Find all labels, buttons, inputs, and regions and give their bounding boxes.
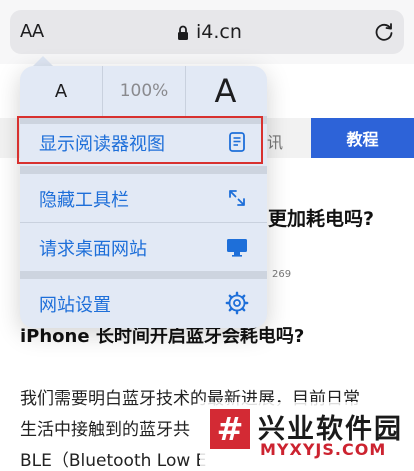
lock-icon (177, 24, 189, 40)
article-headline: 更加耗电吗? (268, 208, 375, 230)
tab-tutorial[interactable]: 教程 (311, 118, 414, 158)
menu-item-hide-toolbar[interactable]: 隐藏工具栏 (20, 174, 267, 222)
menu-item-website-settings[interactable]: 网站设置 (20, 279, 267, 327)
reload-icon[interactable] (372, 20, 396, 44)
menu-item-label: 隐藏工具栏 (39, 190, 129, 211)
popover-arrow (33, 56, 53, 66)
zoom-level-label: 100% (119, 81, 169, 101)
text-size-label: AA (20, 21, 44, 42)
paragraph-line: 生活中接触到的蓝牙共 (20, 420, 190, 440)
paragraph-line: BLE（Bluetooth Low E (20, 451, 207, 471)
tab-news[interactable]: 讯 (267, 129, 283, 153)
increase-font-button[interactable]: A (184, 66, 267, 116)
menu-item-label: 显示阅读器视图 (39, 134, 165, 155)
decrease-font-button[interactable]: A (20, 66, 102, 116)
expand-arrows-icon (225, 186, 249, 210)
menu-item-label: 请求桌面网站 (39, 239, 147, 260)
font-size-row: A 100% A (20, 66, 267, 116)
zoom-level[interactable]: 100% (102, 66, 186, 116)
increase-font-label: A (214, 72, 237, 110)
menu-item-reader-view[interactable]: 显示阅读器视图 (20, 118, 267, 166)
decrease-font-label: A (54, 80, 68, 102)
host-text: i4.cn (196, 21, 242, 43)
desktop-icon (225, 235, 249, 259)
watermark-url: MYXYJS.COM (260, 440, 387, 459)
address-bar[interactable]: AA i4.cn (10, 10, 404, 54)
text-size-button[interactable]: AA (20, 21, 44, 42)
menu-item-request-desktop[interactable]: 请求桌面网站 (20, 223, 267, 271)
watermark-logo-icon: # (210, 409, 250, 449)
page-settings-menu: A 100% A 显示阅读器视图 隐藏工具栏 请求桌面网站 网站设置 (20, 66, 267, 328)
browser-toolbar: AA i4.cn (0, 0, 414, 64)
menu-item-label: 网站设置 (39, 295, 111, 316)
view-count: 269 (272, 269, 292, 280)
reader-icon (225, 130, 249, 154)
url-display[interactable]: i4.cn (177, 21, 242, 43)
gear-icon (225, 291, 249, 315)
menu-divider (20, 271, 267, 279)
menu-divider (20, 166, 267, 174)
